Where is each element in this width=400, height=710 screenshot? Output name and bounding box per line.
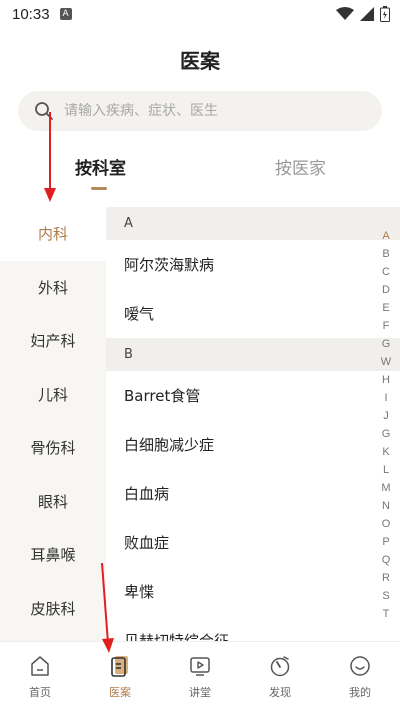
home-icon — [31, 656, 49, 676]
nav-discover[interactable]: 发现 — [240, 642, 320, 710]
disease-item[interactable]: 贝赫切特综合征 — [106, 616, 400, 641]
department-item-gushangke[interactable]: 骨伤科 — [0, 421, 106, 475]
alpha-letter[interactable]: F — [383, 320, 390, 338]
alpha-letter[interactable]: K — [382, 446, 389, 464]
annotation-arrow-down — [44, 112, 56, 202]
search-input[interactable] — [64, 103, 364, 119]
status-icons — [336, 6, 390, 22]
alpha-letter[interactable]: W — [381, 356, 391, 374]
alpha-letter[interactable]: C — [382, 266, 390, 284]
section-header-b: B — [106, 338, 400, 371]
video-icon — [190, 657, 210, 676]
alpha-letter[interactable]: Q — [382, 554, 391, 572]
alpha-letter[interactable]: M — [381, 482, 390, 500]
wifi-icon — [336, 7, 354, 20]
annotation-arrow-to-nav — [101, 563, 114, 653]
disease-item[interactable]: 白细胞减少症 — [106, 420, 400, 469]
nav-home[interactable]: 首页 — [0, 642, 80, 710]
nav-label: 发现 — [269, 686, 291, 699]
alpha-letter[interactable]: E — [382, 302, 389, 320]
nav-label: 医案 — [109, 686, 131, 699]
smile-icon — [350, 656, 370, 676]
status-time: 10:33 — [12, 5, 50, 23]
tab-bar: 按科室 按医家 — [0, 150, 400, 195]
alpha-letter[interactable]: B — [382, 248, 389, 266]
department-item-waike[interactable]: 外科 — [0, 261, 106, 315]
signal-icon — [360, 7, 374, 21]
alpha-letter[interactable]: G — [382, 428, 391, 446]
disease-list[interactable]: A 阿尔茨海默病 嗳气 B Barret食管 白细胞减少症 白血病 败血症 卑惵… — [106, 207, 400, 641]
battery-icon — [380, 6, 390, 22]
alpha-letter[interactable]: P — [382, 536, 389, 554]
alpha-letter[interactable]: T — [383, 608, 390, 626]
status-bar: 10:33 A — [0, 0, 400, 28]
status-indicator: A — [59, 8, 72, 20]
disease-item[interactable]: 阿尔茨海默病 — [106, 240, 400, 289]
alpha-letter[interactable]: L — [383, 464, 389, 482]
department-list: 内科 外科 妇产科 儿科 骨伤科 眼科 耳鼻喉 皮肤科 — [0, 207, 106, 641]
department-item-erke[interactable]: 儿科 — [0, 368, 106, 422]
disease-item[interactable]: 白血病 — [106, 469, 400, 518]
disease-item[interactable]: 卑惵 — [106, 567, 400, 616]
disease-item[interactable]: 嗳气 — [106, 289, 400, 338]
section-header-a: A — [106, 207, 400, 240]
compass-icon — [270, 656, 290, 677]
alpha-letter[interactable]: J — [383, 410, 389, 428]
tab-by-department[interactable]: 按科室 — [75, 154, 126, 179]
department-item-fuchanke[interactable]: 妇产科 — [0, 314, 106, 368]
search-bar[interactable] — [18, 91, 382, 131]
nav-cases[interactable]: 医案 — [80, 642, 160, 710]
alpha-letter[interactable]: A — [382, 230, 389, 248]
disease-item[interactable]: Barret食管 — [106, 371, 400, 420]
alpha-letter[interactable]: S — [382, 590, 389, 608]
alpha-letter[interactable]: O — [382, 518, 391, 536]
nav-label: 讲堂 — [189, 686, 211, 699]
nav-lecture[interactable]: 讲堂 — [160, 642, 240, 710]
nav-label: 我的 — [349, 686, 371, 699]
department-item-neike[interactable]: 内科 — [0, 207, 106, 261]
nav-label: 首页 — [29, 686, 51, 699]
alpha-letter[interactable]: H — [382, 374, 390, 392]
alpha-letter[interactable]: R — [382, 572, 390, 590]
book-icon — [111, 656, 128, 677]
page-title: 医案 — [180, 49, 220, 73]
nav-me[interactable]: 我的 — [320, 642, 400, 710]
alphabet-index: A B C D E F G W H I J G K L M N O P Q R … — [378, 230, 394, 626]
tab-by-doctor[interactable]: 按医家 — [275, 154, 326, 179]
department-item-yanke[interactable]: 眼科 — [0, 475, 106, 529]
disease-item[interactable]: 败血症 — [106, 518, 400, 567]
alpha-letter[interactable]: I — [384, 392, 387, 410]
alpha-letter[interactable]: N — [382, 500, 390, 518]
alpha-letter[interactable]: D — [382, 284, 390, 302]
department-item-pifuke[interactable]: 皮肤科 — [0, 582, 106, 636]
tab-underline — [91, 187, 107, 190]
bottom-nav: 首页 医案 讲堂 发现 我的 — [0, 641, 400, 710]
alpha-letter[interactable]: G — [382, 338, 391, 356]
department-item-erbihou[interactable]: 耳鼻喉 — [0, 528, 106, 582]
